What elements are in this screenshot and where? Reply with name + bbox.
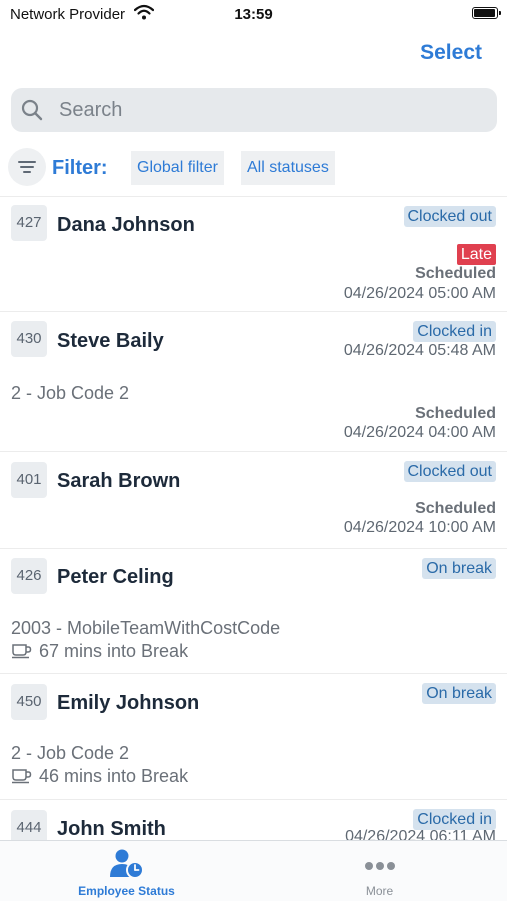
tab-label: Employee Status [78,884,175,898]
filter-label: Filter: [52,157,108,179]
scheduled-label: Scheduled [415,265,496,282]
tab-label: More [365,884,394,898]
status-badge: On break [422,683,496,704]
employee-row[interactable]: 450 Emily Johnson On break 2 - Job Code … [0,673,507,799]
break-text: 67 mins into Break [39,641,189,661]
scheduled-time: 04/26/2024 04:00 AM [343,424,496,441]
employee-row[interactable]: 444 John Smith Clocked in 04/26/2024 06:… [0,799,507,840]
select-button[interactable]: Select [420,41,482,65]
status-badge: Clocked out [403,461,496,482]
employee-id: 444 [11,810,47,840]
status-badge: On break [422,558,496,579]
employee-row[interactable]: 401 Sarah Brown Clocked out Scheduled 04… [0,451,507,548]
scheduled-label: Scheduled [415,405,496,422]
scheduled-label: Scheduled [415,500,496,517]
employee-row[interactable]: 427 Dana Johnson Clocked out Late Schedu… [0,196,507,311]
break-text: 46 mins into Break [39,766,189,786]
search-input[interactable] [59,88,479,132]
job-code: 2 - Job Code 2 [11,743,130,763]
employee-id: 401 [11,462,47,498]
clock-time: 04/26/2024 05:48 AM [343,342,496,359]
more-dots-icon [364,858,396,876]
status-badge: Clocked out [403,206,496,227]
tab-bar: Employee Status More [0,840,507,901]
employee-name: Sarah Brown [57,470,181,492]
employee-name: Emily Johnson [57,692,200,714]
break-duration: 67 mins into Break [11,641,188,664]
battery-icon [472,7,501,19]
late-badge: Late [456,244,496,265]
employee-name: Dana Johnson [57,214,195,236]
coffee-cup-icon [11,643,33,664]
employee-name: John Smith [57,818,166,840]
status-filter-chip[interactable]: All statuses [241,151,335,185]
employee-id: 426 [11,558,47,594]
clock-time: 04/26/2024 06:11 AM [345,828,496,840]
break-duration: 46 mins into Break [11,766,188,789]
job-code: 2 - Job Code 2 [11,383,130,403]
tab-employee-status[interactable]: Employee Status [0,841,253,901]
filter-row: Filter: Global filter All statuses [0,148,507,190]
employee-name: Peter Celing [57,566,174,588]
global-filter-chip[interactable]: Global filter [131,151,224,185]
scheduled-time: 04/26/2024 10:00 AM [343,519,496,536]
filter-icon[interactable] [8,148,46,186]
employee-name: Steve Baily [57,330,164,352]
employee-clock-icon [109,848,145,885]
status-badge: Clocked in [413,809,496,830]
search-icon [21,99,43,126]
tab-more[interactable]: More [253,841,506,901]
employee-id: 430 [11,321,47,357]
employee-row[interactable]: 430 Steve Baily Clocked in 04/26/2024 05… [0,311,507,451]
search-bar[interactable] [11,88,497,132]
status-bar: Network Provider 13:59 [0,0,507,30]
employee-list: 427 Dana Johnson Clocked out Late Schedu… [0,196,507,840]
coffee-cup-icon [11,768,33,789]
employee-id: 427 [11,205,47,241]
clock-time: 13:59 [234,6,273,23]
employee-row[interactable]: 426 Peter Celing On break 2003 - MobileT… [0,548,507,673]
scheduled-time: 04/26/2024 05:00 AM [343,285,496,302]
employee-id: 450 [11,684,47,720]
status-badge: Clocked in [413,321,496,342]
job-code: 2003 - MobileTeamWithCostCode [11,618,281,638]
